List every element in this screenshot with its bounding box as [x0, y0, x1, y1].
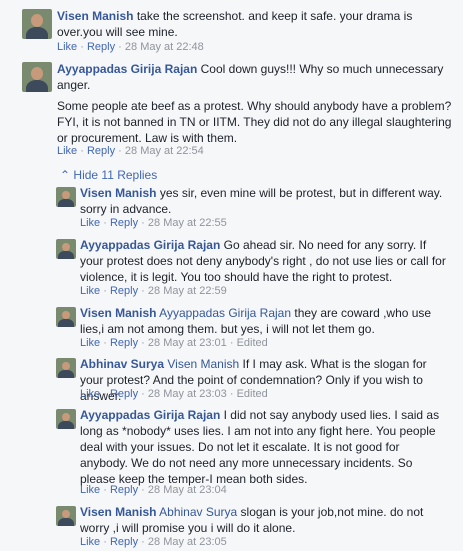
avatar[interactable] [56, 307, 76, 327]
reply-link[interactable]: Reply [87, 145, 115, 157]
reply-link[interactable]: Reply [87, 41, 115, 53]
reply-author[interactable]: Abhinav Surya [80, 357, 164, 371]
like-link[interactable]: Like [80, 285, 100, 297]
reply-mention[interactable]: Abhinav Surya [159, 505, 237, 519]
comment-actions: Like · Reply · 28 May at 22:48 [57, 41, 204, 53]
comment-actions: Like · Reply · 28 May at 22:54 [57, 145, 204, 157]
chevron-up-icon: ⌃ [60, 168, 71, 182]
reply-mention[interactable]: Ayyappadas Girija Rajan [159, 306, 291, 320]
comment-body: Ayyappadas Girija Rajan Cool down guys!!… [57, 61, 452, 93]
avatar[interactable] [56, 239, 76, 259]
reply-body: Ayyappadas Girija Rajan I did not say an… [80, 407, 450, 487]
reply-author[interactable]: Ayyappadas Girija Rajan [80, 408, 220, 422]
reply-link[interactable]: Reply [110, 388, 138, 400]
reply-author[interactable]: Visen Manish [80, 306, 156, 320]
like-link[interactable]: Like [80, 388, 100, 400]
comment-text-paragraph: Some people ate beef as a protest. Why s… [57, 99, 452, 145]
reply-body: Ayyappadas Girija Rajan Go ahead sir. No… [80, 237, 450, 285]
reply-actions: Like · Reply · 28 May at 22:55 [80, 217, 227, 229]
reply-link[interactable]: Reply [110, 285, 138, 297]
reply-body: Visen Manish Abhinav Surya slogan is you… [80, 504, 450, 536]
reply-link[interactable]: Reply [110, 217, 138, 229]
like-link[interactable]: Like [80, 217, 100, 229]
reply-body: Visen Manish Ayyappadas Girija Rajan the… [80, 305, 450, 337]
avatar[interactable] [56, 506, 76, 526]
comment-author[interactable]: Ayyappadas Girija Rajan [57, 62, 197, 76]
reply-actions: Like · Reply · 28 May at 23:04 [80, 484, 227, 496]
edited-label[interactable]: Edited [237, 337, 268, 349]
reply-actions: Like · Reply · 28 May at 22:59 [80, 285, 227, 297]
comment-author[interactable]: Visen Manish [57, 9, 133, 23]
hide-replies-label: Hide 11 Replies [73, 168, 158, 182]
reply-author[interactable]: Visen Manish [80, 505, 156, 519]
like-link[interactable]: Like [57, 145, 77, 157]
reply-mention[interactable]: Visen Manish [167, 357, 239, 371]
like-link[interactable]: Like [80, 337, 100, 349]
reply-actions: Like · Reply · 28 May at 23:05 [80, 536, 227, 548]
timestamp[interactable]: 28 May at 22:59 [148, 285, 227, 297]
avatar[interactable] [56, 409, 76, 429]
hide-replies-link[interactable]: ⌃ Hide 11 Replies [60, 168, 157, 182]
timestamp[interactable]: 28 May at 22:48 [125, 41, 204, 53]
avatar[interactable] [22, 9, 52, 39]
reply-author[interactable]: Visen Manish [80, 186, 156, 200]
edited-label[interactable]: Edited [237, 388, 268, 400]
reply-actions: Like · Reply · 28 May at 23:03 · Edited [80, 388, 268, 400]
timestamp[interactable]: 28 May at 23:05 [148, 536, 227, 548]
reply-link[interactable]: Reply [110, 337, 138, 349]
avatar[interactable] [56, 187, 76, 207]
reply-author[interactable]: Ayyappadas Girija Rajan [80, 238, 220, 252]
like-link[interactable]: Like [80, 536, 100, 548]
reply-actions: Like · Reply · 28 May at 23:01 · Edited [80, 337, 268, 349]
like-link[interactable]: Like [80, 484, 100, 496]
reply-link[interactable]: Reply [110, 536, 138, 548]
timestamp[interactable]: 28 May at 23:04 [148, 484, 227, 496]
timestamp[interactable]: 28 May at 22:55 [148, 217, 227, 229]
timestamp[interactable]: 28 May at 23:03 [148, 388, 227, 400]
reply-link[interactable]: Reply [110, 484, 138, 496]
timestamp[interactable]: 28 May at 23:01 [148, 337, 227, 349]
like-link[interactable]: Like [57, 41, 77, 53]
comment-body: Visen Manish take the screenshot. and ke… [57, 8, 452, 40]
reply-body: Visen Manish yes sir, even mine will be … [80, 185, 450, 217]
timestamp[interactable]: 28 May at 22:54 [125, 145, 204, 157]
avatar[interactable] [22, 62, 52, 92]
avatar[interactable] [56, 358, 76, 378]
